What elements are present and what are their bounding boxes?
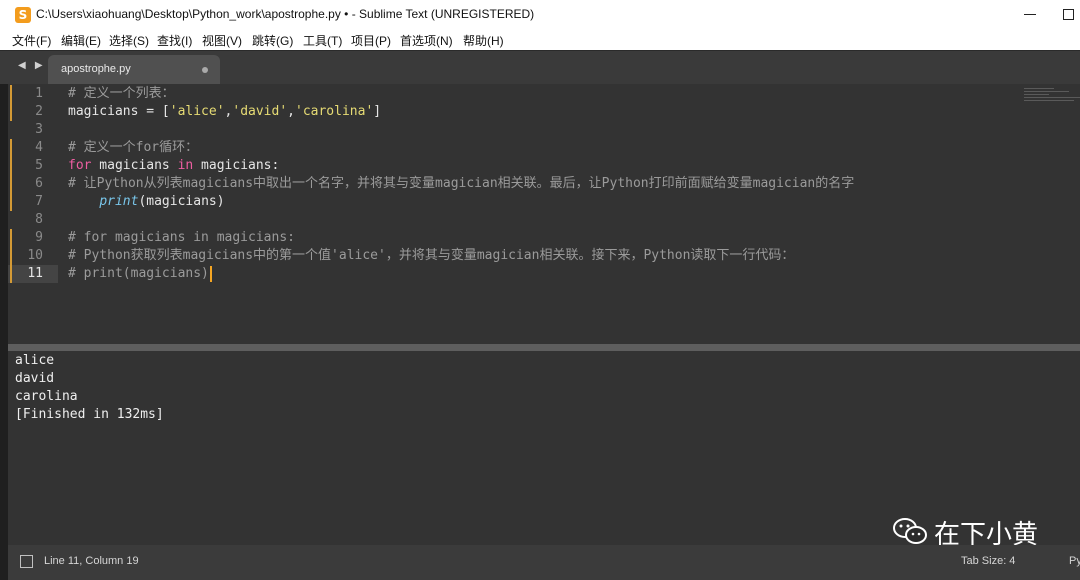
- code-token: magicians:: [193, 158, 280, 173]
- menu-find[interactable]: 查找(I): [157, 32, 192, 49]
- code-editor[interactable]: 1 2 3 4 5 6 7 8 9 10 11 # 定义一个列表： magici…: [8, 84, 1080, 344]
- line-number: 8: [35, 212, 43, 227]
- minimap-line: [1024, 97, 1080, 98]
- panel-splitter[interactable]: [8, 344, 1080, 351]
- sublime-text-icon: S: [15, 7, 31, 23]
- tab-nav-arrows-icon[interactable]: ◀ ▶: [18, 60, 46, 71]
- minimap-line: [1024, 91, 1069, 92]
- line-number: 10: [27, 248, 43, 263]
- string-token: 'david': [232, 104, 288, 119]
- menu-selection[interactable]: 选择(S): [109, 32, 149, 49]
- code-token: ]: [373, 104, 382, 119]
- code-line-4: # 定义一个for循环：: [68, 140, 199, 155]
- code-line-1: # 定义一个列表：: [68, 86, 175, 101]
- output-line: [Finished in 132ms]: [15, 407, 164, 422]
- line-number: 2: [35, 104, 43, 119]
- string-token: 'alice': [169, 104, 225, 119]
- minimize-button[interactable]: [1024, 14, 1036, 15]
- code-line-11: # print(magicians): [68, 265, 212, 283]
- text-caret: [209, 265, 212, 282]
- cursor-position: Line 11, Column 19: [44, 555, 139, 567]
- output-line: alice: [15, 353, 55, 368]
- code-line-9: # for magicians in magicians:: [68, 230, 295, 245]
- string-token: 'carolina': [295, 104, 374, 119]
- line-number: 6: [35, 176, 43, 191]
- wechat-icon: [893, 518, 927, 544]
- keyword-token: in: [177, 158, 194, 173]
- output-line: carolina: [15, 389, 78, 404]
- syntax-selector[interactable]: Py: [1069, 555, 1080, 567]
- tab-bar: ◀ ▶ apostrophe.py: [0, 50, 1080, 85]
- function-token: print: [99, 194, 139, 209]
- code-line-7: print(magicians): [68, 193, 225, 211]
- code-line-6: # 让Python从列表magicians中取出一个名字，并将其与变量magic…: [68, 176, 855, 191]
- code-token: ,: [287, 104, 295, 119]
- line-number: 1: [35, 86, 43, 101]
- code-line-5: for magicians in magicians:: [68, 157, 279, 175]
- menu-project[interactable]: 项目(P): [351, 32, 391, 49]
- code-line-10: # Python获取列表magicians中的第一个值'alice'，并将其与变…: [68, 248, 795, 263]
- line-number: 5: [35, 158, 43, 173]
- line-number: 7: [35, 194, 43, 209]
- maximize-button[interactable]: [1063, 9, 1074, 20]
- menu-view[interactable]: 视图(V): [202, 32, 242, 49]
- tab-size[interactable]: Tab Size: 4: [961, 555, 1015, 567]
- line-number: 3: [35, 122, 43, 137]
- code-token: magicians = [: [68, 104, 170, 119]
- minimap-line: [1024, 100, 1074, 101]
- tab-apostrophe-py[interactable]: apostrophe.py: [48, 55, 220, 85]
- status-bar: Line 11, Column 19 Tab Size: 4 Py: [8, 545, 1080, 580]
- current-line-number: 11: [27, 266, 43, 281]
- unsaved-dot-icon[interactable]: [202, 67, 208, 73]
- menu-help[interactable]: 帮助(H): [463, 32, 504, 49]
- menu-preferences[interactable]: 首选项(N): [400, 32, 453, 49]
- tab-label: apostrophe.py: [61, 63, 131, 75]
- code-token: # print(magicians): [68, 266, 209, 281]
- code-token: magicians: [91, 158, 178, 173]
- keyword-token: for: [68, 158, 92, 173]
- title-bar: S C:\Users\xiaohuang\Desktop\Python_work…: [0, 0, 1080, 30]
- minimap-line: [1024, 88, 1054, 89]
- minimap[interactable]: [1024, 86, 1080, 110]
- line-number: 4: [35, 140, 43, 155]
- line-number: 9: [35, 230, 43, 245]
- minimap-line: [1024, 94, 1049, 95]
- code-token: (magicians): [138, 194, 225, 209]
- code-line-2: magicians = ['alice','david','carolina']: [68, 103, 381, 121]
- panel-toggle-icon[interactable]: [20, 555, 33, 568]
- line-number-gutter: 1 2 3 4 5 6 7 8 9 10 11: [8, 84, 58, 344]
- window-title: C:\Users\xiaohuang\Desktop\Python_work\a…: [36, 7, 535, 21]
- menu-goto[interactable]: 跳转(G): [252, 32, 293, 49]
- window-left-edge: [0, 84, 8, 580]
- menu-bar: 文件(F) 编辑(E) 选择(S) 查找(I) 视图(V) 跳转(G) 工具(T…: [0, 30, 1080, 50]
- output-line: david: [15, 371, 55, 386]
- menu-file[interactable]: 文件(F): [12, 32, 51, 49]
- menu-edit[interactable]: 编辑(E): [61, 32, 101, 49]
- menu-tools[interactable]: 工具(T): [303, 32, 342, 49]
